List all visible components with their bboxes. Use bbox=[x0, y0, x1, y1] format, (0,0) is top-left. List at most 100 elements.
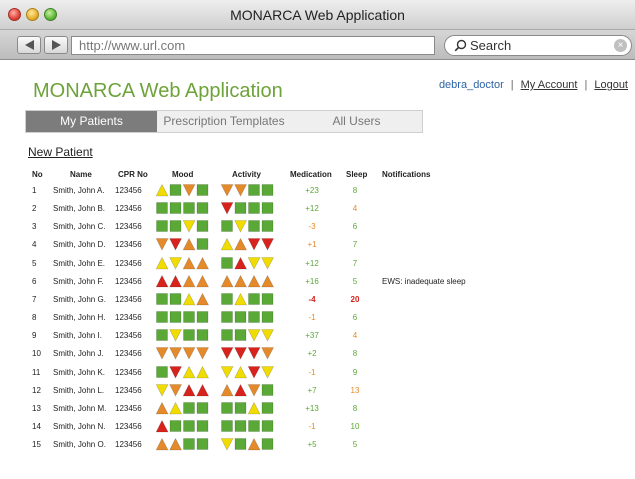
mood-icons bbox=[155, 401, 209, 415]
table-row[interactable]: 14 Smith, John N. 123456 -1 10 bbox=[0, 419, 635, 436]
table-row[interactable]: 15 Smith, John O. 123456 +5 5 bbox=[0, 437, 635, 454]
patient-name: Smith, John D. bbox=[53, 240, 106, 250]
username-link[interactable]: debra_doctor bbox=[439, 79, 504, 91]
patient-number: 12 bbox=[32, 385, 41, 395]
medication-value: +12 bbox=[305, 258, 319, 268]
activity-icons bbox=[221, 420, 274, 432]
activity-green-square-icon bbox=[248, 184, 260, 196]
activity-icons bbox=[220, 383, 274, 397]
activity-orange-triangle-down-icon bbox=[261, 347, 274, 361]
activity-green-square-icon bbox=[221, 220, 233, 233]
activity-indicators bbox=[221, 401, 277, 415]
my-account-link[interactable]: My Account bbox=[521, 79, 578, 91]
mood-indicators bbox=[156, 202, 212, 215]
patient-cpr: 123456 bbox=[115, 367, 142, 377]
table-row[interactable]: 8 Smith, John H. 123456 -1 6 bbox=[0, 310, 635, 327]
mood-indicators bbox=[155, 401, 212, 415]
tab-my-patients[interactable]: My Patients bbox=[26, 111, 157, 132]
activity-icons bbox=[220, 184, 274, 197]
back-button[interactable] bbox=[17, 36, 41, 54]
patient-name: Smith, John C. bbox=[53, 222, 106, 232]
table-row[interactable]: 3 Smith, John C. 123456 -3 6 bbox=[0, 219, 635, 236]
mood-green-square-icon bbox=[156, 293, 168, 305]
sleep-value: 5 bbox=[352, 440, 358, 450]
mood-icons bbox=[156, 311, 209, 323]
mood-icons bbox=[155, 347, 209, 361]
activity-red-triangle-up-icon bbox=[234, 256, 247, 269]
activity-green-square-icon bbox=[221, 311, 233, 323]
activity-icons bbox=[220, 274, 274, 288]
activity-orange-triangle-up-icon bbox=[220, 383, 234, 396]
mood-orange-triangle-up-icon bbox=[196, 256, 209, 269]
table-row[interactable]: 1 Smith, John A. 123456 +23 8 bbox=[0, 183, 635, 200]
mood-orange-triangle-up-icon bbox=[169, 437, 182, 451]
patient-number: 11 bbox=[32, 367, 41, 377]
activity-indicators bbox=[220, 184, 277, 197]
patient-name: Smith, John B. bbox=[53, 204, 106, 214]
table-row[interactable]: 10 Smith, John J. 123456 +2 8 bbox=[0, 346, 635, 363]
patient-cpr: 123456 bbox=[115, 276, 142, 286]
activity-indicators bbox=[221, 420, 277, 433]
table-row[interactable]: 2 Smith, John B. 123456 +12 4 bbox=[0, 201, 635, 218]
patient-number: 10 bbox=[32, 349, 41, 359]
header-medication: Medication bbox=[290, 170, 332, 179]
mood-green-square-icon bbox=[169, 184, 182, 196]
activity-indicators bbox=[220, 365, 277, 379]
sleep-value: 20 bbox=[350, 294, 360, 304]
activity-yellow-triangle-down-icon bbox=[220, 365, 234, 379]
activity-orange-triangle-up-icon bbox=[220, 274, 234, 288]
patient-cpr: 123456 bbox=[115, 421, 142, 431]
mood-green-square-icon bbox=[196, 311, 209, 323]
mood-green-square-icon bbox=[169, 420, 182, 432]
medication-value: +23 bbox=[305, 186, 319, 195]
activity-yellow-triangle-down-icon bbox=[247, 329, 261, 342]
patient-name: Smith, John F. bbox=[53, 276, 104, 286]
activity-yellow-triangle-down-icon bbox=[261, 329, 274, 342]
activity-icons bbox=[220, 238, 274, 252]
mood-indicators bbox=[155, 437, 212, 451]
table-row[interactable]: 4 Smith, John D. 123456 +1 7 bbox=[0, 237, 635, 254]
activity-green-square-icon bbox=[261, 293, 274, 305]
logout-link[interactable]: Logout bbox=[594, 79, 628, 91]
mood-red-triangle-up-icon bbox=[182, 383, 196, 396]
new-patient-link[interactable]: New Patient bbox=[28, 145, 93, 159]
sleep-value: 4 bbox=[352, 204, 358, 214]
patient-name: Smith, John I. bbox=[53, 331, 102, 341]
table-row[interactable]: 11 Smith, John K. 123456 -1 9 bbox=[0, 365, 635, 382]
patient-cpr: 123456 bbox=[115, 204, 142, 214]
activity-green-square-icon bbox=[261, 438, 274, 450]
forward-button[interactable] bbox=[44, 36, 68, 54]
patient-cpr: 123456 bbox=[115, 349, 142, 359]
patient-number: 4 bbox=[32, 240, 37, 250]
header-activity: Activity bbox=[232, 170, 261, 179]
activity-icons bbox=[220, 437, 274, 451]
window-title: MONARCA Web Application bbox=[230, 7, 405, 23]
table-row[interactable]: 5 Smith, John E. 123456 +12 7 bbox=[0, 256, 635, 273]
table-row[interactable]: 6 Smith, John F. 123456 +16 5 EWS: inadequate… bbox=[0, 274, 635, 291]
activity-indicators bbox=[221, 329, 277, 342]
clear-search-icon[interactable]: × bbox=[614, 39, 627, 52]
mood-indicators bbox=[155, 256, 212, 270]
mood-green-square-icon bbox=[169, 220, 182, 233]
patient-number: 6 bbox=[32, 276, 37, 286]
medication-value: -3 bbox=[308, 222, 316, 232]
mood-icons bbox=[155, 419, 209, 433]
medication-value: +1 bbox=[307, 240, 317, 250]
medication-value: -4 bbox=[308, 294, 316, 304]
url-bar[interactable]: http://www.url.com bbox=[71, 36, 435, 55]
table-row[interactable]: 13 Smith, John M. 123456 +13 8 bbox=[0, 401, 635, 418]
tab-all-users[interactable]: All Users bbox=[291, 111, 422, 132]
tab-prescription-templates[interactable]: Prescription Templates bbox=[157, 111, 291, 132]
patient-cpr: 123456 bbox=[115, 222, 142, 232]
sleep-value: 10 bbox=[350, 421, 360, 431]
activity-green-square-icon bbox=[248, 202, 260, 214]
table-row[interactable]: 12 Smith, John L. 123456 +7 13 bbox=[0, 383, 635, 400]
mood-orange-triangle-up-icon bbox=[182, 238, 196, 251]
mood-orange-triangle-up-icon bbox=[182, 256, 196, 269]
table-row[interactable]: 7 Smith, John G. 123456 -4 20 bbox=[0, 292, 635, 309]
search-field[interactable]: Search × bbox=[444, 35, 632, 56]
app-title: MONARCA Web Application bbox=[33, 80, 283, 102]
table-row[interactable]: 9 Smith, John I. 123456 +37 4 bbox=[0, 328, 635, 345]
mood-orange-triangle-down-icon bbox=[155, 238, 169, 252]
mood-red-triangle-down-icon bbox=[169, 238, 182, 252]
